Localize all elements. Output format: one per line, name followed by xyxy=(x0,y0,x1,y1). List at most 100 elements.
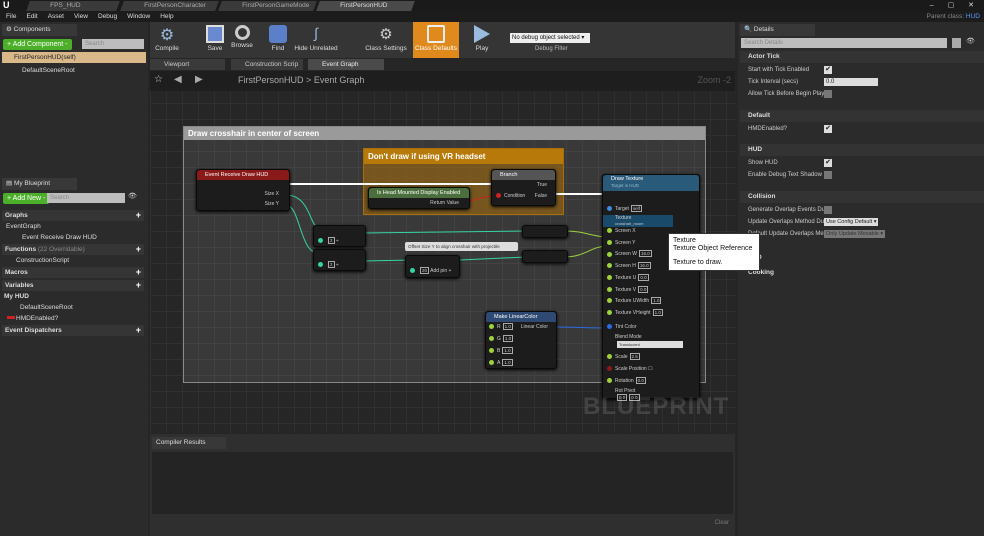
find-button[interactable]: Find xyxy=(266,22,290,58)
node-make-linear-color[interactable]: Make LinearColor Linear Color R 1.0 G 1.0 … xyxy=(485,311,557,369)
pin-g[interactable]: G xyxy=(497,336,501,342)
pin-size-y[interactable]: Size Y xyxy=(265,200,279,208)
add-new-button[interactable]: + Add New - xyxy=(3,193,50,204)
clear-button[interactable]: Clear xyxy=(715,520,729,526)
pin-value[interactable]: 0.0 xyxy=(638,285,649,293)
node-divide-y[interactable]: 2 ÷ xyxy=(313,249,366,271)
node-is-hmd-enabled[interactable]: Is Head Mounted Display Enabled Return V… xyxy=(368,187,470,209)
debug-object-dropdown[interactable]: No debug object selected ▾ xyxy=(510,33,590,43)
file-tab-hud[interactable]: FirstPersonHUD xyxy=(316,1,415,11)
node-make-vector2d-x[interactable] xyxy=(522,225,568,238)
pin-texture-vheight[interactable]: Texture VHeight 1.0 xyxy=(607,308,663,317)
node-branch[interactable]: Branch True Condition False xyxy=(491,169,556,206)
pin-a[interactable]: A xyxy=(497,360,500,366)
graph-canvas[interactable]: ☆ ◀ ▶ FirstPersonHUD > Event Graph Zoom … xyxy=(150,71,735,433)
pin-false[interactable]: False xyxy=(535,192,547,200)
class-defaults-button[interactable]: Class Defaults xyxy=(413,22,459,58)
section-actor-tick[interactable]: Actor Tick xyxy=(740,51,984,63)
pin-value[interactable]: 1.0 xyxy=(651,297,662,305)
show-hud-checkbox[interactable]: ✔ xyxy=(824,159,832,167)
pin-screen-w[interactable]: Screen W 16.0 xyxy=(607,250,652,258)
pin-texture-value[interactable]: crosshair_noom xyxy=(615,221,643,226)
section-lod[interactable]: LOD xyxy=(740,252,984,264)
pin-value[interactable]: 1.0 xyxy=(652,308,663,316)
pin-scale-position[interactable]: Scale Position xyxy=(615,366,647,372)
divide-value[interactable]: 2 xyxy=(328,237,335,244)
eye-icon[interactable]: 👁 xyxy=(966,37,975,45)
file-tab-gamemode[interactable]: FirstPersonGameMode xyxy=(218,1,317,11)
my-blueprint-tab[interactable]: ▤ My Blueprint xyxy=(2,178,77,190)
generate-overlap-checkbox[interactable] xyxy=(824,206,832,214)
file-tab-fps-hud[interactable]: FPS_HUD xyxy=(26,1,120,11)
add-macro-icon[interactable]: + xyxy=(136,267,141,278)
node-event-receive-draw-hud[interactable]: Event Receive Draw HUD Size X Size Y xyxy=(196,169,290,211)
tree-my-hud[interactable]: My HUD xyxy=(4,291,29,302)
add-pin-button[interactable]: Add pin xyxy=(430,268,447,274)
components-tab[interactable]: ⚙ Components xyxy=(2,24,77,36)
tab-event-graph[interactable]: Event Graph xyxy=(308,59,384,70)
pin-screen-h[interactable]: Screen H 16.0 xyxy=(607,262,651,270)
tree-default-scene-root[interactable]: DefaultSceneRoot xyxy=(20,302,73,313)
section-cooking[interactable]: Cooking xyxy=(740,267,984,279)
menu-window[interactable]: Window xyxy=(127,11,150,22)
pin-g-value[interactable]: 1.0 xyxy=(502,335,514,342)
tree-construction-script[interactable]: ConstructionScript xyxy=(16,255,69,266)
section-variables[interactable]: Variables + xyxy=(2,280,144,291)
menu-view[interactable]: View xyxy=(74,11,88,22)
add-variable-icon[interactable]: + xyxy=(136,280,141,291)
node-add[interactable]: 20 Add pin + xyxy=(405,255,460,278)
pin-texture-v[interactable]: Texture V 0.0 xyxy=(607,285,649,294)
hmd-enabled-checkbox[interactable]: ✔ xyxy=(824,125,832,133)
section-macros[interactable]: Macros + xyxy=(2,267,144,278)
pin-texture-u[interactable]: Texture U 0.0 xyxy=(607,273,649,282)
pin-tint-color[interactable]: Tint Color xyxy=(615,324,637,330)
tab-construction-script[interactable]: Construction Scrip xyxy=(231,59,303,70)
save-button[interactable]: Save xyxy=(202,22,228,58)
start-tick-checkbox[interactable]: ✔ xyxy=(824,66,832,74)
menu-asset[interactable]: Asset xyxy=(48,11,64,22)
pin-value[interactable]: 16.0 xyxy=(637,262,651,270)
add-function-icon[interactable]: + xyxy=(136,244,141,255)
eye-icon[interactable]: 👁 xyxy=(128,192,137,200)
pin-b[interactable]: B xyxy=(497,348,500,354)
section-graphs[interactable]: Graphs + xyxy=(2,210,144,221)
section-functions[interactable]: Functions (22 Overridable) + xyxy=(2,244,144,255)
default-update-overlaps-dropdown[interactable]: Only Update Movable ▾ xyxy=(824,230,886,238)
section-collision[interactable]: Collision xyxy=(740,191,984,203)
class-settings-button[interactable]: ⚙ Class Settings xyxy=(364,22,408,58)
pin-size-x[interactable]: Size X xyxy=(265,190,279,198)
add-graph-icon[interactable]: + xyxy=(136,210,141,221)
details-tab[interactable]: 🔍 Details xyxy=(740,24,815,36)
tab-viewport[interactable]: Viewport xyxy=(150,59,225,70)
my-blueprint-search-input[interactable]: Search xyxy=(47,193,125,203)
compiler-results-tab[interactable]: Compiler Results xyxy=(152,437,226,449)
pin-b-value[interactable]: 1.0 xyxy=(502,347,513,354)
menu-edit[interactable]: Edit xyxy=(26,11,37,22)
pin-r-value[interactable]: 1.0 xyxy=(502,323,513,330)
pin-linear-color[interactable]: Linear Color xyxy=(521,323,548,331)
tree-hmd-enabled[interactable]: HMDEnabled? xyxy=(16,313,58,324)
divide-value[interactable]: 2 xyxy=(328,261,335,268)
node-comment-bubble[interactable]: Offset Size Y to align crosshair with pr… xyxy=(405,242,518,251)
add-value[interactable]: 20 xyxy=(420,267,430,274)
component-default-scene-root[interactable]: DefaultSceneRoot xyxy=(22,65,75,76)
section-event-dispatchers[interactable]: Event Dispatchers + xyxy=(2,325,144,336)
pin-true[interactable]: True xyxy=(537,181,547,189)
pin-scale-value[interactable]: 2.5 xyxy=(629,353,640,360)
add-dispatcher-icon[interactable]: + xyxy=(136,325,141,336)
hide-unrelated-button[interactable]: ∫ Hide Unrelated xyxy=(293,22,339,58)
add-component-button[interactable]: + Add Component - xyxy=(3,39,72,50)
pin-rotation[interactable]: Rotation xyxy=(615,378,634,384)
update-overlaps-dropdown[interactable]: Use Config Default ▾ xyxy=(824,218,879,226)
details-search-input[interactable]: Search Details xyxy=(741,38,947,48)
section-hud[interactable]: HUD xyxy=(740,144,984,156)
component-self[interactable]: FirstPersonHUD(self) xyxy=(2,52,146,63)
browse-button[interactable]: Browse xyxy=(228,22,256,58)
pin-target[interactable]: Target xyxy=(615,206,629,212)
tick-interval-input[interactable]: 0.0 xyxy=(824,78,878,86)
pin-target-value[interactable]: self xyxy=(630,205,642,212)
compile-button[interactable]: ⚙ Compile xyxy=(152,22,182,58)
pin-screen-x[interactable]: Screen X xyxy=(607,227,636,235)
pin-condition[interactable]: Condition xyxy=(504,193,525,199)
blend-mode-dropdown[interactable]: Translucent xyxy=(617,341,683,348)
